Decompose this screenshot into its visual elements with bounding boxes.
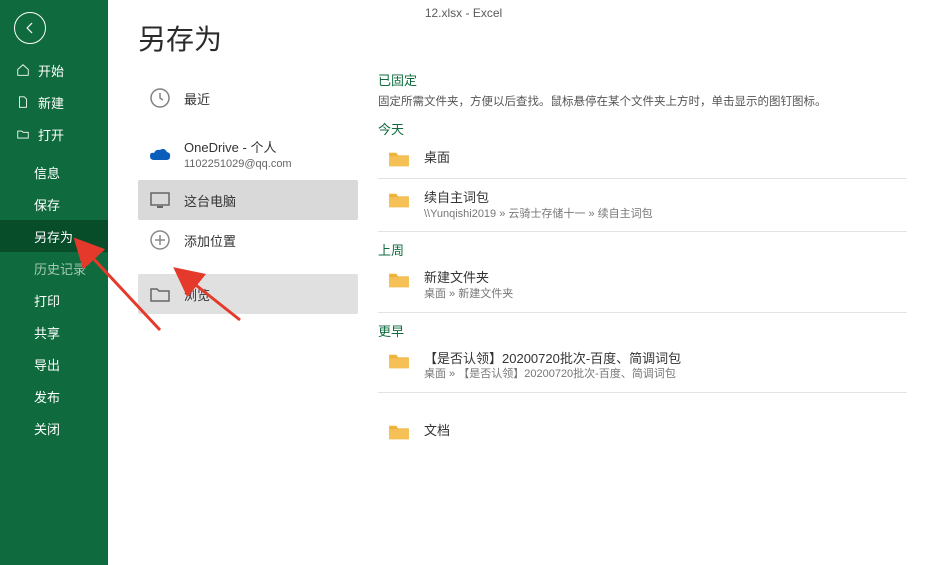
- location-browse[interactable]: 浏览: [138, 274, 358, 314]
- home-icon: [16, 63, 30, 77]
- section-header-earlier: 更早: [378, 321, 907, 340]
- sidebar-item-label: 关闭: [34, 419, 60, 438]
- folder-path: \\Yunqishi2019 » 云骑士存储十一 » 续自主词包: [424, 207, 653, 222]
- folder-list-column: 已固定 固定所需文件夹，方便以后查找。鼠标悬停在某个文件夹上方时，单击显示的图钉…: [358, 0, 927, 565]
- locations-column: 另存为 最近 OneDrive - 个人 1102251029@qq.com 这…: [108, 0, 358, 565]
- divider: [378, 312, 907, 313]
- sidebar-item-label: 历史记录: [34, 259, 86, 278]
- sidebar-item-label: 发布: [34, 387, 60, 406]
- folder-icon: [388, 423, 410, 441]
- section-sub-pinned: 固定所需文件夹，方便以后查找。鼠标悬停在某个文件夹上方时，单击显示的图钉图标。: [378, 93, 907, 109]
- new-file-icon: [16, 95, 30, 109]
- folder-icon: [388, 150, 410, 168]
- folder-name: 桌面: [424, 149, 450, 167]
- arrow-left-icon: [23, 21, 37, 35]
- sidebar-item-label: 信息: [34, 163, 60, 182]
- sidebar-item-publish[interactable]: 发布: [0, 380, 108, 412]
- sidebar-item-print[interactable]: 打印: [0, 284, 108, 316]
- location-label: 添加位置: [184, 231, 236, 250]
- clock-icon: [148, 86, 172, 110]
- divider: [378, 231, 907, 232]
- sidebar-item-new[interactable]: 新建: [0, 86, 108, 118]
- folder-name: 新建文件夹: [424, 269, 513, 287]
- add-location-icon: [148, 228, 172, 252]
- backstage-view: 开始 新建 打开 信息 保存 另存为 历史记录 打印: [0, 0, 927, 565]
- open-folder-icon: [16, 127, 30, 141]
- sidebar-item-info[interactable]: 信息: [0, 156, 108, 188]
- location-recent[interactable]: 最近: [138, 78, 358, 118]
- section-header-pinned: 已固定: [378, 70, 907, 89]
- folder-path: 桌面 » 【是否认领】20200720批次-百度、简调词包: [424, 367, 681, 382]
- sidebar-item-open[interactable]: 打开: [0, 118, 108, 150]
- folder-path: 桌面 » 新建文件夹: [424, 287, 513, 302]
- location-onedrive[interactable]: OneDrive - 个人 1102251029@qq.com: [138, 132, 358, 180]
- sidebar-item-label: 另存为: [34, 227, 73, 246]
- sidebar-item-saveas[interactable]: 另存为: [0, 220, 108, 252]
- sidebar-item-label: 新建: [38, 93, 64, 112]
- backstage-sidebar: 开始 新建 打开 信息 保存 另存为 历史记录 打印: [0, 0, 108, 565]
- folder-row[interactable]: 新建文件夹 桌面 » 新建文件夹: [378, 263, 907, 307]
- sidebar-item-label: 保存: [34, 195, 60, 214]
- location-addplace[interactable]: 添加位置: [138, 220, 358, 260]
- sidebar-item-save[interactable]: 保存: [0, 188, 108, 220]
- sidebar-item-share[interactable]: 共享: [0, 316, 108, 348]
- page-title: 另存为: [138, 18, 358, 58]
- divider: [378, 178, 907, 179]
- sidebar-item-export[interactable]: 导出: [0, 348, 108, 380]
- sidebar-item-close[interactable]: 关闭: [0, 412, 108, 444]
- folder-name: 续自主词包: [424, 189, 653, 207]
- sidebar-item-history[interactable]: 历史记录: [0, 252, 108, 284]
- onedrive-icon: [148, 144, 172, 168]
- back-button[interactable]: [14, 12, 46, 44]
- folder-name: 文档: [424, 422, 450, 440]
- folder-icon: [388, 352, 410, 370]
- browse-folder-icon: [148, 282, 172, 306]
- sidebar-item-label: 打印: [34, 291, 60, 310]
- folder-icon: [388, 191, 410, 209]
- folder-row[interactable]: 【是否认领】20200720批次-百度、简调词包 桌面 » 【是否认领】2020…: [378, 344, 907, 388]
- sidebar-item-label: 开始: [38, 61, 64, 80]
- location-label: 最近: [184, 89, 210, 108]
- sidebar-item-label: 导出: [34, 355, 60, 374]
- divider: [378, 392, 907, 393]
- location-label: OneDrive - 个人: [184, 140, 292, 157]
- section-header-today: 今天: [378, 119, 907, 138]
- folder-name: 【是否认领】20200720批次-百度、简调词包: [424, 350, 681, 368]
- location-thispc[interactable]: 这台电脑: [138, 180, 358, 220]
- location-label: 浏览: [184, 285, 210, 304]
- sidebar-item-home[interactable]: 开始: [0, 54, 108, 86]
- location-sub: 1102251029@qq.com: [184, 157, 292, 171]
- folder-row[interactable]: 续自主词包 \\Yunqishi2019 » 云骑士存储十一 » 续自主词包: [378, 183, 907, 227]
- folder-icon: [388, 271, 410, 289]
- section-header-lastweek: 上周: [378, 240, 907, 259]
- sidebar-item-label: 共享: [34, 323, 60, 342]
- location-label: 这台电脑: [184, 191, 236, 210]
- folder-row[interactable]: 桌面: [378, 142, 907, 174]
- folder-row[interactable]: 文档: [378, 415, 907, 447]
- computer-icon: [148, 188, 172, 212]
- sidebar-item-label: 打开: [38, 125, 64, 144]
